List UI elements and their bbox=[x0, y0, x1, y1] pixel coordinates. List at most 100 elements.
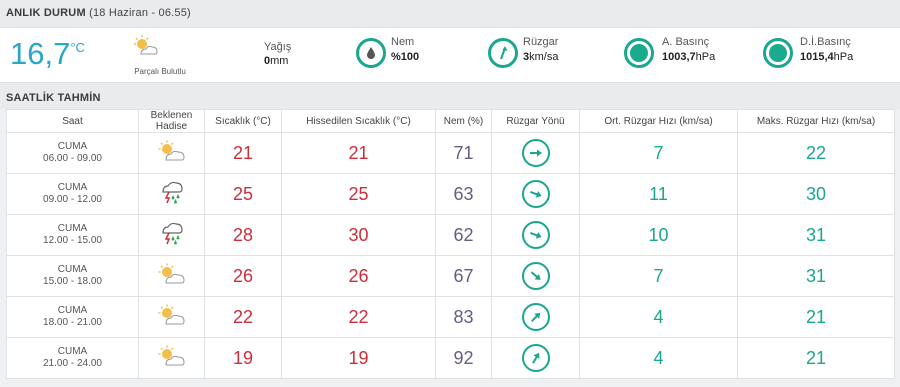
sea-pressure-value: 1015,4hPa bbox=[800, 51, 853, 63]
pressure-value: 1003,7hPa bbox=[662, 51, 715, 63]
temp-cell: 28 bbox=[204, 214, 282, 256]
current-temperature: 16,7°C bbox=[10, 36, 85, 72]
row-time-range: 18.00 - 21.00 bbox=[43, 317, 102, 328]
avg-wind-cell: 7 bbox=[579, 132, 738, 174]
wind-arrow-icon bbox=[521, 180, 550, 208]
rain-value: 0mm bbox=[264, 55, 288, 67]
time-cell: CUMA 09.00 - 12.00 bbox=[6, 173, 139, 215]
thunderstorm-icon bbox=[158, 222, 186, 250]
row-day: CUMA bbox=[57, 182, 88, 193]
time-cell: CUMA 18.00 - 21.00 bbox=[6, 296, 139, 338]
wind-arrow-icon bbox=[521, 262, 550, 290]
wind-arrow-icon bbox=[521, 344, 550, 372]
current-title-bar: ANLIK DURUM (18 Haziran - 06.55) bbox=[0, 0, 900, 27]
temp-cell: 26 bbox=[204, 255, 282, 297]
max-wind-cell: 30 bbox=[737, 173, 895, 215]
humidity-value: %100 bbox=[391, 51, 419, 63]
wind-arrow-icon bbox=[521, 303, 550, 331]
header-avg-wind: Ort. Rüzgar Hızı (km/sa) bbox=[579, 109, 738, 133]
row-time-range: 09.00 - 12.00 bbox=[43, 194, 102, 205]
partly-cloudy-icon bbox=[156, 304, 188, 330]
humidity-drop-icon bbox=[356, 38, 386, 68]
table-row: CUMA 06.00 - 09.00 21 21 71 7 22 bbox=[6, 132, 895, 174]
feels-cell: 22 bbox=[281, 296, 436, 338]
table-row: CUMA 09.00 - 12.00 25 25 63 11 30 bbox=[6, 173, 895, 215]
humidity-amount: %100 bbox=[391, 51, 420, 63]
feels-cell: 19 bbox=[281, 337, 436, 379]
row-day: CUMA bbox=[57, 223, 88, 234]
avg-wind-cell: 11 bbox=[579, 173, 738, 215]
wind-value: 3km/sa bbox=[523, 51, 558, 63]
humidity-cell: 92 bbox=[435, 337, 492, 379]
thunderstorm-icon bbox=[158, 181, 186, 209]
temp-cell: 25 bbox=[204, 173, 282, 215]
time-cell: CUMA 21.00 - 24.00 bbox=[6, 337, 139, 379]
header-temp: Sıcaklık (°C) bbox=[204, 109, 282, 133]
wind-dir-cell bbox=[491, 132, 580, 174]
sea-pressure-label: D.İ.Basınç bbox=[800, 36, 851, 48]
hourly-forecast-table: Saat Beklenen Hadise Sıcaklık (°C) Hisse… bbox=[6, 109, 895, 379]
wind-direction-icon bbox=[488, 38, 518, 68]
humidity-cell: 67 bbox=[435, 255, 492, 297]
row-time-range: 15.00 - 18.00 bbox=[43, 276, 102, 287]
header-humidity: Nem (%) bbox=[435, 109, 492, 133]
wind-dir-cell bbox=[491, 214, 580, 256]
avg-wind-cell: 7 bbox=[579, 255, 738, 297]
humidity-cell: 62 bbox=[435, 214, 492, 256]
row-time-range: 06.00 - 09.00 bbox=[43, 153, 102, 164]
feels-cell: 26 bbox=[281, 255, 436, 297]
wind-arrow-icon bbox=[521, 139, 550, 167]
wind-dir-cell bbox=[491, 296, 580, 338]
temp-cell: 21 bbox=[204, 132, 282, 174]
partly-cloudy-icon bbox=[156, 263, 188, 289]
row-day: CUMA bbox=[57, 141, 88, 152]
current-datetime: (18 Haziran - 06.55) bbox=[89, 7, 191, 19]
partly-cloudy-icon bbox=[156, 345, 188, 371]
current-title: ANLIK DURUM bbox=[6, 7, 86, 19]
temperature-value: 16,7 bbox=[10, 36, 71, 71]
forecast-cell bbox=[138, 214, 205, 256]
feels-cell: 30 bbox=[281, 214, 436, 256]
pressure-amount: 1003,7 bbox=[662, 51, 696, 63]
feels-cell: 21 bbox=[281, 132, 436, 174]
table-header-row: Saat Beklenen Hadise Sıcaklık (°C) Hisse… bbox=[6, 109, 895, 133]
time-cell: CUMA 06.00 - 09.00 bbox=[6, 132, 139, 174]
forecast-cell bbox=[138, 296, 205, 338]
row-day: CUMA bbox=[57, 264, 88, 275]
feels-cell: 25 bbox=[281, 173, 436, 215]
max-wind-cell: 31 bbox=[737, 255, 895, 297]
table-row: CUMA 21.00 - 24.00 19 19 92 4 21 bbox=[6, 337, 895, 379]
hourly-title: SAATLİK TAHMİN bbox=[6, 92, 101, 104]
wind-dir-cell bbox=[491, 173, 580, 215]
forecast-cell bbox=[138, 337, 205, 379]
temp-cell: 19 bbox=[204, 337, 282, 379]
wind-unit: km/sa bbox=[529, 51, 559, 63]
partly-cloudy-icon bbox=[132, 34, 160, 63]
max-wind-cell: 21 bbox=[737, 296, 895, 338]
pressure-icon bbox=[624, 38, 654, 68]
row-day: CUMA bbox=[57, 346, 88, 357]
rain-unit: mm bbox=[270, 55, 289, 67]
wind-dir-cell bbox=[491, 337, 580, 379]
humidity-cell: 83 bbox=[435, 296, 492, 338]
pressure-label: A. Basınç bbox=[662, 36, 710, 48]
forecast-cell bbox=[138, 173, 205, 215]
row-day: CUMA bbox=[57, 305, 88, 316]
sea-pressure-unit: hPa bbox=[833, 51, 854, 63]
humidity-label: Nem bbox=[391, 36, 415, 48]
wind-arrow-icon bbox=[521, 221, 550, 249]
header-forecast: Beklenen Hadise bbox=[138, 109, 205, 133]
humidity-cell: 71 bbox=[435, 132, 492, 174]
time-cell: CUMA 12.00 - 15.00 bbox=[6, 214, 139, 256]
max-wind-cell: 21 bbox=[737, 337, 895, 379]
table-row: CUMA 12.00 - 15.00 28 30 62 10 31 bbox=[6, 214, 895, 256]
header-wind-dir: Rüzgar Yönü bbox=[491, 109, 580, 133]
forecast-cell bbox=[138, 255, 205, 297]
temperature-unit: °C bbox=[70, 40, 85, 55]
condition-label: Parçalı Bulutlu bbox=[134, 67, 186, 76]
row-time-range: 12.00 - 15.00 bbox=[43, 235, 102, 246]
rain-label: Yağış bbox=[264, 41, 292, 53]
table-row: CUMA 15.00 - 18.00 26 26 67 7 31 bbox=[6, 255, 895, 297]
humidity-cell: 63 bbox=[435, 173, 492, 215]
hourly-title-bar: SAATLİK TAHMİN bbox=[0, 83, 900, 109]
